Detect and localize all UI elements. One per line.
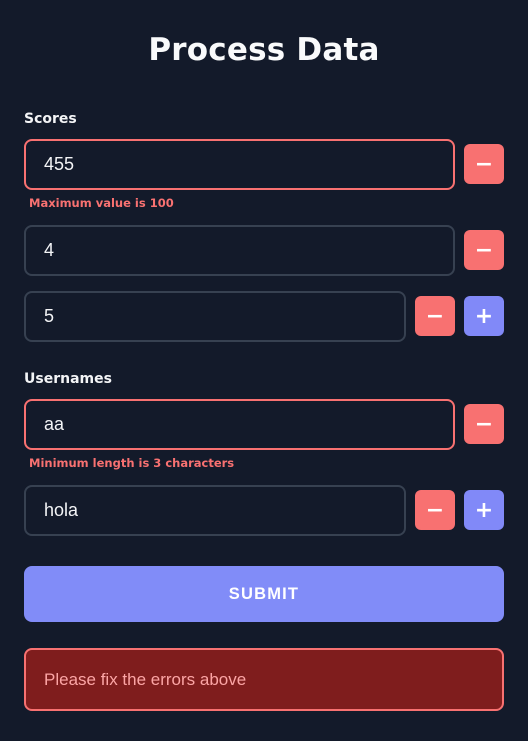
remove-score-2-button[interactable]: − bbox=[464, 230, 504, 270]
score-input-1[interactable] bbox=[24, 138, 455, 190]
remove-score-3-button[interactable]: − bbox=[415, 296, 455, 336]
score-input-2[interactable] bbox=[24, 224, 455, 276]
add-username-button[interactable]: + bbox=[464, 490, 504, 530]
score-row-2: − bbox=[24, 224, 504, 276]
score-row-3: − + bbox=[24, 290, 504, 342]
submit-button[interactable]: SUBMIT bbox=[24, 566, 504, 622]
score-input-3[interactable] bbox=[24, 290, 406, 342]
scores-label: Scores bbox=[24, 111, 77, 127]
username-row-1: − bbox=[24, 398, 504, 450]
username-1-error-text: Minimum length is 3 characters bbox=[29, 456, 235, 470]
error-alert: Please fix the errors above bbox=[24, 648, 504, 711]
remove-score-1-button[interactable]: − bbox=[464, 144, 504, 184]
remove-username-2-button[interactable]: − bbox=[415, 490, 455, 530]
username-row-2: − + bbox=[24, 484, 504, 536]
remove-username-1-button[interactable]: − bbox=[464, 404, 504, 444]
username-input-2[interactable] bbox=[24, 484, 406, 536]
username-input-1[interactable] bbox=[24, 398, 455, 450]
usernames-label: Usernames bbox=[24, 371, 112, 387]
score-1-error-text: Maximum value is 100 bbox=[29, 196, 174, 210]
score-row-1: − bbox=[24, 138, 504, 190]
process-data-form: Process Data Scores − Maximum value is 1… bbox=[0, 0, 528, 741]
page-title: Process Data bbox=[148, 32, 380, 68]
add-score-button[interactable]: + bbox=[464, 296, 504, 336]
